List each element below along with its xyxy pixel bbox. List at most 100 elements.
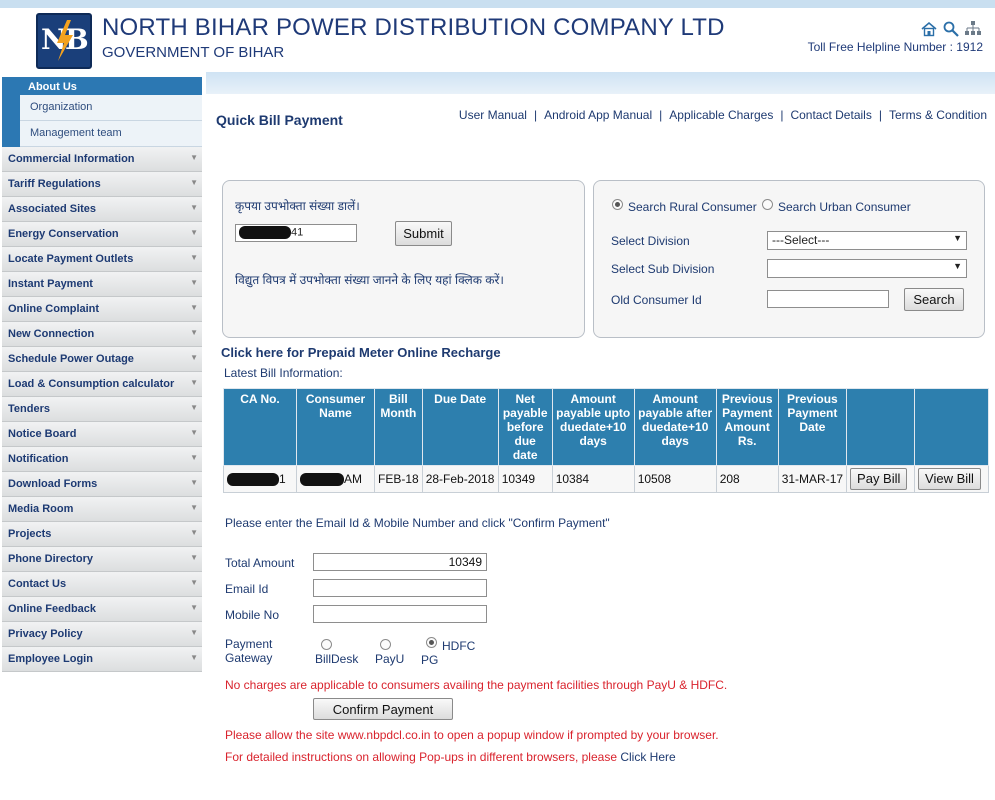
sidebar-item-privacy-policy[interactable]: Privacy Policy ▼ [2, 622, 202, 647]
sidebar-item-locate-payment-outlets[interactable]: Locate Payment Outlets ▼ [2, 247, 202, 272]
sidebar-item-download-forms[interactable]: Download Forms ▼ [2, 472, 202, 497]
mobile-label: Mobile No [225, 608, 280, 622]
consumer-number-input[interactable]: 41 [235, 224, 357, 242]
top-strip [0, 0, 995, 8]
old-consumer-id-input[interactable] [767, 290, 889, 308]
confirm-payment-button[interactable]: Confirm Payment [313, 698, 453, 720]
col-prev-amount: Previous Payment Amount Rs. [715, 388, 779, 466]
home-icon[interactable] [920, 20, 938, 38]
old-consumer-id-label: Old Consumer Id [611, 293, 702, 307]
email-field[interactable] [313, 579, 487, 597]
col-consumer-name: Consumer Name [296, 388, 375, 466]
payu-radio[interactable] [380, 639, 391, 650]
link-android-app-manual[interactable]: Android App Manual [544, 108, 652, 122]
sidebar-item-notification[interactable]: Notification ▼ [2, 447, 202, 472]
sidebar-about-us[interactable]: About Us [2, 77, 202, 95]
rural-consumer-radio[interactable] [612, 199, 623, 210]
email-label: Email Id [225, 582, 269, 596]
payment-gateway-label: Payment Gateway [225, 637, 273, 665]
hdfc-radio[interactable] [426, 637, 437, 648]
link-user-manual[interactable]: User Manual [459, 108, 527, 122]
rural-consumer-label: Search Rural Consumer [628, 200, 757, 214]
col-bill-month: Bill Month [374, 388, 423, 466]
no-charge-note: No charges are applicable to consumers a… [225, 678, 728, 692]
sidebar-item-contact-us[interactable]: Contact Us ▼ [2, 572, 202, 597]
mobile-field[interactable] [313, 605, 487, 623]
col-net-payable: Net payable before due date [497, 388, 553, 466]
sidebar-item-energy-conservation[interactable]: Energy Conservation ▼ [2, 222, 202, 247]
chevron-down-icon: ▼ [190, 178, 198, 187]
main-content: Quick Bill Payment User Manual | Android A… [208, 94, 995, 800]
helpline-number: Toll Free Helpline Number : 1912 [807, 40, 983, 54]
sub-division-select[interactable]: ▼ [767, 259, 967, 278]
cell-ca-no: 1 [223, 465, 297, 493]
division-select[interactable]: ---Select--- ▼ [767, 231, 967, 250]
chevron-down-icon: ▼ [190, 578, 198, 587]
chevron-down-icon: ▼ [190, 303, 198, 312]
sitemap-icon[interactable] [964, 20, 982, 38]
about-submenu: Organization Management team [2, 95, 202, 147]
sidebar-item-management-team[interactable]: Management team [20, 121, 202, 147]
chevron-down-icon: ▼ [190, 478, 198, 487]
sidebar-item-employee-login[interactable]: Employee Login ▼ [2, 647, 202, 672]
view-bill-button[interactable]: View Bill [918, 468, 981, 490]
page-title: Quick Bill Payment [216, 112, 343, 128]
cell-amount-upto-10: 10384 [551, 465, 635, 493]
chevron-down-icon: ▼ [190, 353, 198, 362]
sidebar-item-tariff-regulations[interactable]: Tariff Regulations ▼ [2, 172, 202, 197]
total-amount-label: Total Amount [225, 556, 295, 570]
redacted-value [239, 226, 291, 239]
cell-prev-date: 31-MAR-17 [777, 465, 848, 493]
col-prev-date: Previous Payment Date [777, 388, 848, 466]
sidebar-item-load-consumption-calculator[interactable]: Load & Consumption calculator ▼ [2, 372, 202, 397]
header-icons [920, 20, 982, 38]
sidebar-item-tenders[interactable]: Tenders ▼ [2, 397, 202, 422]
click-here-link[interactable]: Click Here [620, 750, 675, 764]
sidebar-item-associated-sites[interactable]: Associated Sites ▼ [2, 197, 202, 222]
sidebar-item-media-room[interactable]: Media Room ▼ [2, 497, 202, 522]
sidebar-item-phone-directory[interactable]: Phone Directory ▼ [2, 547, 202, 572]
consumer-number-panel: कृपया उपभोक्ता संख्या डालें। 41 Submit व… [222, 180, 585, 338]
search-icon[interactable] [942, 20, 960, 38]
nbpdcl-logo[interactable]: N B [36, 13, 92, 69]
header-blue-bar [206, 72, 995, 94]
sidebar-item-instant-payment[interactable]: Instant Payment ▼ [2, 272, 202, 297]
sidebar-item-organization[interactable]: Organization [20, 95, 202, 121]
submit-button[interactable]: Submit [395, 221, 452, 246]
cell-amount-after-10: 10508 [633, 465, 717, 493]
division-label: Select Division [611, 234, 690, 248]
payment-instruction: Please enter the Email Id & Mobile Numbe… [225, 516, 610, 530]
search-button[interactable]: Search [904, 288, 964, 311]
link-terms-condition[interactable]: Terms & Condition [889, 108, 987, 122]
chevron-down-icon: ▼ [190, 328, 198, 337]
dropdown-arrow-icon: ▼ [953, 233, 962, 243]
sidebar-item-new-connection[interactable]: New Connection ▼ [2, 322, 202, 347]
company-name: NORTH BIHAR POWER DISTRIBUTION COMPANY L… [102, 14, 725, 41]
government-label: GOVERNMENT OF BIHAR [102, 44, 285, 61]
sidebar-item-commercial-information[interactable]: Commercial Information ▼ [2, 147, 202, 172]
cell-prev-amount: 208 [715, 465, 779, 493]
link-applicable-charges[interactable]: Applicable Charges [669, 108, 773, 122]
sidebar-item-schedule-power-outage[interactable]: Schedule Power Outage ▼ [2, 347, 202, 372]
sidebar-item-notice-board[interactable]: Notice Board ▼ [2, 422, 202, 447]
chevron-down-icon: ▼ [190, 428, 198, 437]
sidebar: About Us Organization Management team Co… [2, 77, 202, 672]
sidebar-item-online-complaint[interactable]: Online Complaint ▼ [2, 297, 202, 322]
col-due-date: Due Date [421, 388, 499, 466]
sub-division-label: Select Sub Division [611, 262, 715, 276]
consumer-search-panel: Search Rural Consumer Search Urban Consu… [593, 180, 985, 338]
consumer-number-label: कृपया उपभोक्ता संख्या डालें। [235, 199, 360, 213]
billdesk-label: BillDesk [315, 652, 359, 666]
billdesk-radio[interactable] [321, 639, 332, 650]
prepaid-recharge-link[interactable]: Click here for Prepaid Meter Online Rech… [221, 345, 501, 360]
consumer-number-help-link[interactable]: विद्युत विपत्र में उपभोक्ता संख्या जानने… [235, 271, 504, 288]
popup-note: Please allow the site www.nbpdcl.co.in t… [225, 728, 719, 742]
chevron-down-icon: ▼ [190, 503, 198, 512]
sidebar-item-projects[interactable]: Projects ▼ [2, 522, 202, 547]
pay-bill-button[interactable]: Pay Bill [850, 468, 908, 490]
urban-consumer-radio[interactable] [762, 199, 773, 210]
link-contact-details[interactable]: Contact Details [790, 108, 871, 122]
urban-consumer-label: Search Urban Consumer [778, 200, 911, 214]
chevron-down-icon: ▼ [190, 653, 198, 662]
sidebar-item-online-feedback[interactable]: Online Feedback ▼ [2, 597, 202, 622]
